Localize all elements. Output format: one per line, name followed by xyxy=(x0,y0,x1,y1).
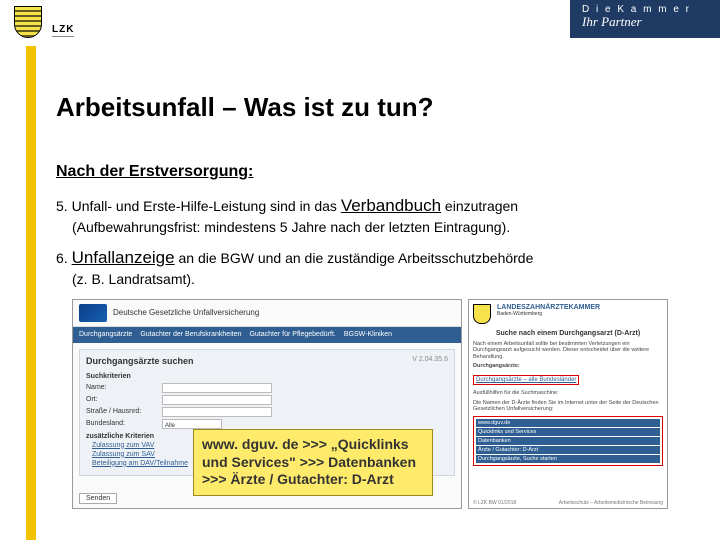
item6-num: 6. xyxy=(56,250,68,266)
doc-title: LANDESZAHNÄRZTEKAMMER xyxy=(497,304,600,312)
nav-item[interactable]: BGSW-Kliniken xyxy=(344,331,392,338)
item6-sub: (z. B. Landratsamt). xyxy=(56,270,704,289)
crest-icon xyxy=(473,304,491,324)
field-label: Bundesland: xyxy=(86,420,156,427)
highlighted-steps: www.dguv.de Quicklinks und Services Date… xyxy=(473,416,663,466)
item5-num: 5. xyxy=(56,198,68,214)
field-label: Ort: xyxy=(86,396,156,403)
kammer-line2: Ihr Partner xyxy=(582,14,708,30)
item6-highlight: Unfallanzeige xyxy=(72,248,175,267)
ort-input[interactable] xyxy=(162,395,272,405)
version-label: V 2.04.35.6 xyxy=(412,356,448,370)
doc-heading: Suche nach einem Durchgangsarzt (D-Arzt) xyxy=(473,330,663,337)
crest-icon xyxy=(14,6,42,38)
field-label: Straße / Hausnrd: xyxy=(86,408,156,415)
screenshot-lzk-doc: LANDESZAHNÄRZTEKAMMER Baden-Württemberg … xyxy=(468,299,668,509)
page-title: Arbeitsunfall – Was ist zu tun? xyxy=(56,92,704,123)
item5-post: einzutragen xyxy=(441,198,518,214)
dguv-navbar: Durchgangsärzte Gutachter der Berufskran… xyxy=(73,327,461,343)
item5-pre: Unfall- und Erste-Hilfe-Leistung sind in… xyxy=(68,198,341,214)
step-bar: www.dguv.de xyxy=(476,419,660,427)
section-heading: Nach der Erstversorgung: xyxy=(56,163,704,181)
submit-button[interactable]: Senden xyxy=(79,493,117,504)
doc-footer-left: © LZK BW 01/2018 xyxy=(473,500,516,506)
callout-box: www. dguv. de >>> „Quicklinks und Servic… xyxy=(193,429,433,496)
dguv-logo-icon xyxy=(79,304,107,322)
step-bar: Datenbanken xyxy=(476,437,660,445)
nav-item[interactable]: Gutachter der Berufskrankheiten xyxy=(140,331,241,338)
nav-item[interactable]: Gutachter für Pflegebedürft. xyxy=(249,331,335,338)
list-item-5: 5. Unfall- und Erste-Hilfe-Leistung sind… xyxy=(56,195,704,237)
doc-para: Nach einem Arbeitsunfall sollte bei best… xyxy=(473,341,663,361)
lzk-label: LZK xyxy=(52,24,74,37)
field-label: Name: xyxy=(86,384,156,391)
search-title: Durchgangsärzte suchen xyxy=(86,356,194,366)
nav-item[interactable]: Durchgangsärzte xyxy=(79,331,132,338)
doc-subtitle: Baden-Württemberg xyxy=(497,311,600,317)
step-bar: Durchgangsärzte, Suche starten xyxy=(476,455,660,463)
item5-sub: (Aufbewahrungsfrist: mindestens 5 Jahre … xyxy=(56,218,704,237)
step-bar: Quicklinks und Services xyxy=(476,428,660,436)
screenshot-dguv: Deutsche Gesetzliche Unfallversicherung … xyxy=(72,299,462,509)
doc-para: Durchgangsärzte: xyxy=(473,363,663,370)
street-input[interactable] xyxy=(162,407,272,417)
bundesland-select[interactable]: Alle xyxy=(162,419,222,429)
name-input[interactable] xyxy=(162,383,272,393)
doc-footer-right: Arbeitsschutz – Arbeitsmedizinische Betr… xyxy=(559,500,663,506)
step-bar: Ärzte / Gutachter: D-Arzt xyxy=(476,446,660,454)
highlighted-link[interactable]: Durchgangsärzte – alle Bundesländer xyxy=(473,375,579,385)
item5-highlight: Verbandbuch xyxy=(341,196,441,215)
dguv-brand: Deutsche Gesetzliche Unfallversicherung xyxy=(113,308,259,317)
doc-para: Die Namen der D-Ärzte finden Sie im Inte… xyxy=(473,400,663,413)
accent-bar xyxy=(26,46,36,540)
list-item-6: 6. Unfallanzeige an die BGW und an die z… xyxy=(56,247,704,289)
item6-post: an die BGW und an die zuständige Arbeits… xyxy=(175,250,534,266)
partner-badge: D i e K a m m e r Ihr Partner xyxy=(570,0,720,38)
doc-para: Ausfüllhilfen für die Suchmaschine: xyxy=(473,390,663,397)
